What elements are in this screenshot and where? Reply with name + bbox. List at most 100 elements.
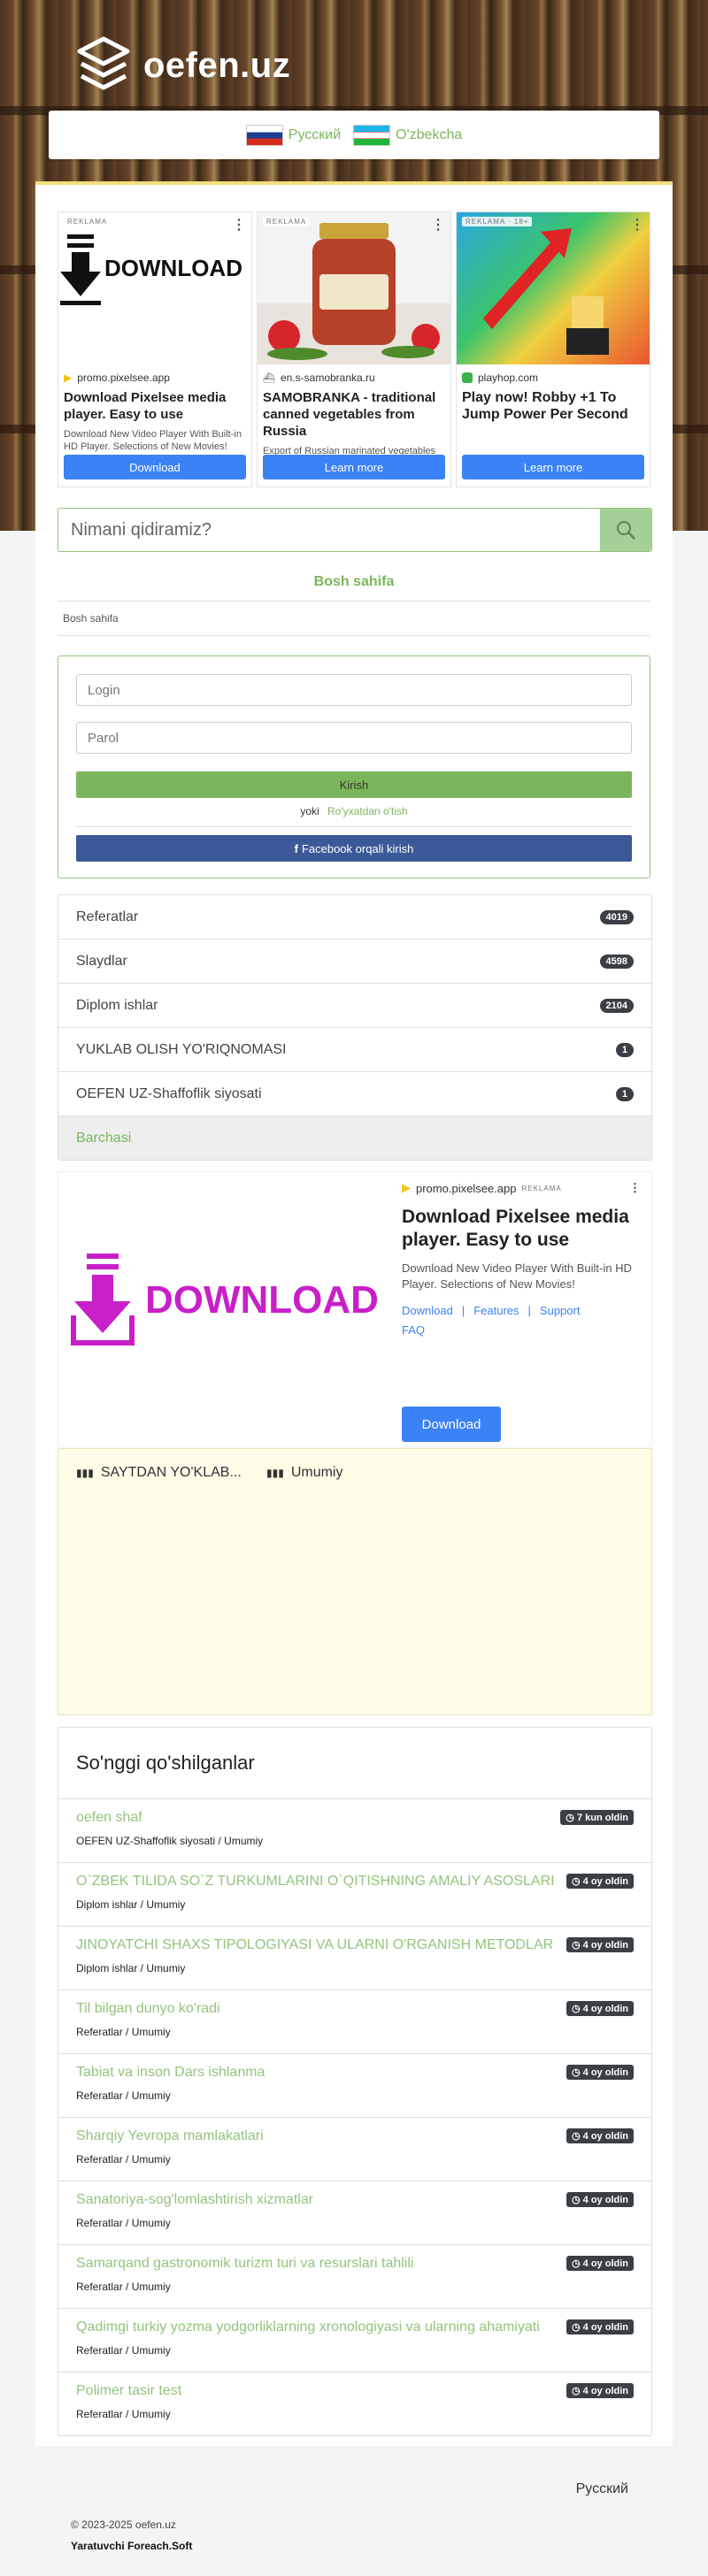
search-icon <box>617 521 635 540</box>
ad-learn-more-button[interactable]: Learn more <box>263 455 445 479</box>
time-text: 4 oy oldin <box>582 1876 628 1887</box>
or-text: yoki <box>300 805 319 817</box>
recent-item-title[interactable]: Sharqiy Yevropa mamlakatlari <box>76 2128 554 2144</box>
breadcrumb-item[interactable]: Bosh sahifa <box>63 612 119 625</box>
stack-logo-icon <box>77 36 130 90</box>
ad-download-button[interactable]: Download <box>64 455 246 479</box>
ad-link-features[interactable]: Features <box>473 1304 519 1317</box>
ad-title: Download Pixelsee media player. Easy to … <box>402 1207 629 1250</box>
recent-item[interactable]: Qadimgi turkiy yozma yodgorliklarning xr… <box>58 2309 651 2373</box>
category-item-diplom-ishlar[interactable]: Diplom ishlar 2104 <box>58 984 651 1028</box>
recent-item-title[interactable]: Qadimgi turkiy yozma yodgorliklarning xr… <box>76 2319 554 2335</box>
ad-download-button[interactable]: Download <box>402 1407 501 1442</box>
recent-item[interactable]: Polimer tasir test Referatlar / Umumiy ◷ 4… <box>58 2373 651 2436</box>
recent-item-title[interactable]: Polimer tasir test <box>76 2383 554 2399</box>
category-label: Referatlar <box>76 908 139 924</box>
login-form: Login Parol Kirish yoki Ro'yxatdan o'tis… <box>58 656 650 878</box>
tab-widget: ▮▮▮ SAYTDAN YO'KLAB... ▮▮▮ Umumiy <box>58 1448 652 1715</box>
category-item-slaydlar[interactable]: Slaydlar 4598 <box>58 939 651 984</box>
category-item-yuklab-olish[interactable]: YUKLAB OLISH YO'RIQNOMASI 1 <box>58 1028 651 1072</box>
recent-item[interactable]: Sharqiy Yevropa mamlakatlari Referatlar /… <box>58 2118 651 2181</box>
recent-item-title[interactable]: Samarqand gastronomik turizm turi va res… <box>76 2256 554 2272</box>
recent-item-category: Referatlar / Umumiy <box>76 2344 171 2357</box>
login-input[interactable]: Login <box>76 674 632 706</box>
ad-image: REKLAMA ⋮ DOWNLOAD <box>58 212 251 364</box>
page-title: Bosh sahifa <box>313 574 395 589</box>
category-item-referatlar[interactable]: Referatlar 4019 <box>58 895 651 939</box>
category-label: Barchasi <box>76 1130 132 1146</box>
ad-links: Download | Features | Support FAQ <box>402 1301 641 1340</box>
tab-saytdan-yuklab[interactable]: ▮▮▮ SAYTDAN YO'KLAB... <box>76 1465 242 1481</box>
ad-link-support[interactable]: Support <box>540 1304 581 1317</box>
site-logo[interactable]: oefen.uz <box>76 35 290 96</box>
login-button[interactable]: Kirish <box>76 771 632 798</box>
search-button[interactable] <box>600 509 651 551</box>
time-badge: ◷ 4 oy oldin <box>566 2001 634 2016</box>
footer-language-link[interactable]: Русский <box>576 2481 628 2497</box>
ad-card[interactable]: REKLAMA · 18+ ⋮ playhop.com Play now! Ro… <box>456 211 650 487</box>
language-uz-link[interactable]: O'zbekcha <box>353 124 462 146</box>
clock-icon: ◷ <box>566 1813 577 1823</box>
ad-title: SAMOBRANKA - traditional canned vegetabl… <box>263 390 436 439</box>
recent-list: oefen shaf OEFEN UZ-Shaffoflik siyosati /… <box>58 1799 651 2436</box>
ad-link-faq[interactable]: FAQ <box>402 1323 425 1337</box>
search-input[interactable]: Nimani qidiramiz? <box>58 509 600 551</box>
recent-item-title[interactable]: Til bilgan dunyo ko'radi <box>76 2001 554 2017</box>
ad-image-text: DOWNLOAD <box>104 255 242 281</box>
clock-icon: ◷ <box>572 2004 583 2014</box>
recent-item-category: OEFEN UZ-Shaffoflik siyosati / Umumiy <box>76 1835 264 1847</box>
category-item-shaffoflik[interactable]: OEFEN UZ-Shaffoflik siyosati 1 <box>58 1072 651 1116</box>
ad-title: Download Pixelsee media player. Easy to … <box>64 390 227 422</box>
ad-learn-more-button[interactable]: Learn more <box>462 455 644 479</box>
time-badge: ◷ 4 oy oldin <box>566 2065 634 2080</box>
ad-image: REKLAMA · 18+ ⋮ <box>457 212 650 364</box>
tab-label: Umumiy <box>290 1465 343 1480</box>
recent-item[interactable]: JINOYATCHI SHAXS TIPOLOGIYASI VA ULARNI … <box>58 1927 651 1990</box>
ad-source-text: playhop.com <box>478 372 539 384</box>
clock-icon: ◷ <box>572 2386 583 2396</box>
recent-item[interactable]: Samarqand gastronomik turizm turi va res… <box>58 2245 651 2309</box>
developer-credit[interactable]: Yaratuvchi Foreach.Soft <box>71 2540 192 2552</box>
recent-item[interactable]: oefen shaf OEFEN UZ-Shaffoflik siyosati /… <box>58 1799 651 1863</box>
recent-item-category: Referatlar / Umumiy <box>76 2408 171 2420</box>
clock-icon: ◷ <box>572 1876 583 1887</box>
recent-item-title[interactable]: Sanatoriya-sog'lomlashtirish xizmatlar <box>76 2192 554 2208</box>
recent-item-title[interactable]: JINOYATCHI SHAXS TIPOLOGIYASI VA ULARNI … <box>76 1937 554 1953</box>
language-label: Русский <box>288 126 342 142</box>
category-item-all[interactable]: Barchasi <box>58 1116 651 1160</box>
time-text: 4 oy oldin <box>582 2131 628 2142</box>
divider <box>76 826 632 827</box>
recent-item-title[interactable]: Tabiat va inson Dars ishlanma <box>76 2065 554 2081</box>
recent-item[interactable]: O`ZBEK TILIDA SO`Z TURKUMLARINI O`QITISH… <box>58 1863 651 1927</box>
time-text: 4 oy oldin <box>582 2195 628 2205</box>
time-badge: ◷ 4 oy oldin <box>566 2256 634 2271</box>
recent-item-title[interactable]: oefen shaf <box>76 1810 554 1826</box>
facebook-login-label: Facebook orqali kirish <box>301 841 414 855</box>
time-badge: ◷ 4 oy oldin <box>566 2192 634 2207</box>
recent-item-title[interactable]: O`ZBEK TILIDA SO`Z TURKUMLARINI O`QITISH… <box>76 1874 554 1890</box>
language-ru-link[interactable]: Русский <box>245 124 342 146</box>
site-name: oefen.uz <box>143 45 291 85</box>
count-badge: 2104 <box>599 998 634 1013</box>
password-input[interactable]: Parol <box>76 722 632 754</box>
uz-flag-icon <box>353 124 391 146</box>
register-link[interactable]: Ro'yxatdan o'tish <box>327 805 408 817</box>
clock-icon: ◷ <box>572 1940 583 1951</box>
ad-link-download[interactable]: Download <box>402 1304 453 1317</box>
more-options-icon[interactable]: ⋮ <box>629 1181 641 1195</box>
recent-item[interactable]: Tabiat va inson Dars ishlanma Referatlar … <box>58 2054 651 2118</box>
ad-card[interactable]: REKLAMA ⋮ DOWNLOAD ▶ promo.pixelsee.app … <box>58 211 252 487</box>
banner-ad[interactable]: DOWNLOAD ▶ promo.pixelsee.app REKLAMA ⋮ … <box>58 1171 652 1447</box>
clock-icon: ◷ <box>572 2067 583 2078</box>
ad-card[interactable]: REKLAMA ⋮ ⛴ en.s-samobranka.ru SAMOBRANK… <box>257 211 451 487</box>
facebook-login-button[interactable]: f Facebook orqali kirish <box>76 835 632 862</box>
playhop-icon <box>462 372 473 383</box>
category-label: OEFEN UZ-Shaffoflik siyosati <box>76 1085 262 1101</box>
recent-item[interactable]: Til bilgan dunyo ko'radi Referatlar / Umu… <box>58 1990 651 2054</box>
ad-description: Download New Video Player With Built-in … <box>64 429 242 452</box>
tab-umumiy[interactable]: ▮▮▮ Umumiy <box>266 1465 342 1481</box>
language-bar: Русский O'zbekcha <box>49 111 659 159</box>
clock-icon: ◷ <box>572 2195 583 2205</box>
time-text: 4 oy oldin <box>582 2322 628 2333</box>
recent-item[interactable]: Sanatoriya-sog'lomlashtirish xizmatlar Re… <box>58 2181 651 2245</box>
